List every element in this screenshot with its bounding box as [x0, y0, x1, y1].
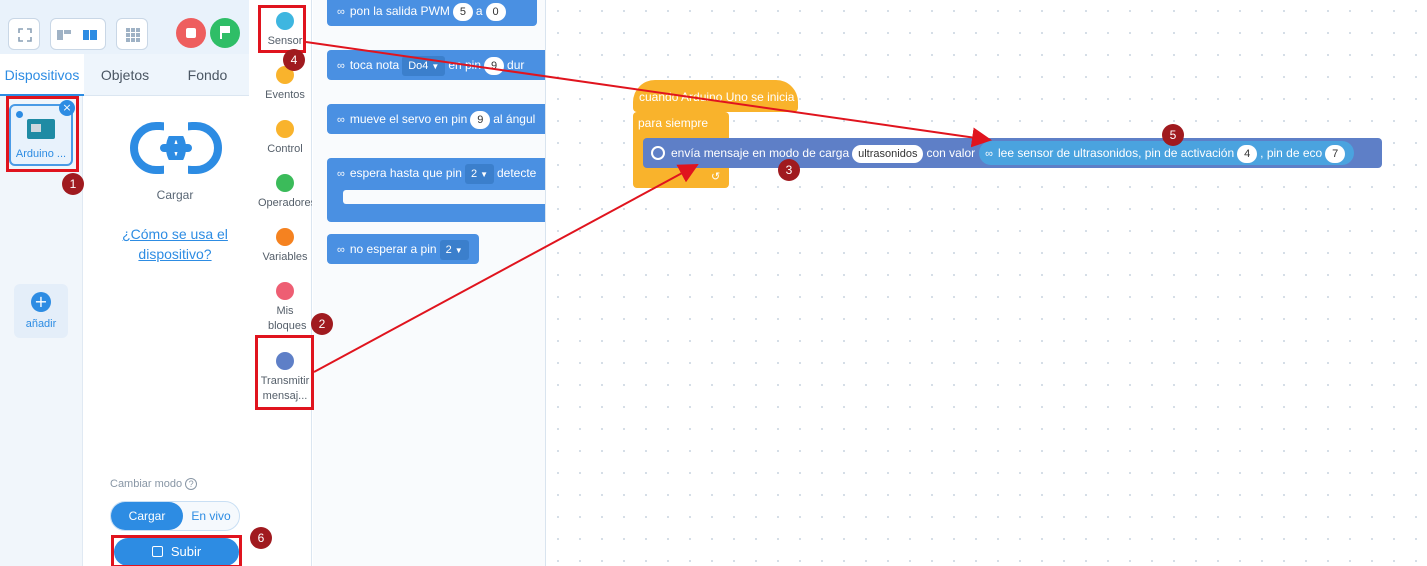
mode-toggle[interactable]: Cargar En vivo: [110, 501, 240, 531]
green-flag-icon: [220, 26, 231, 39]
arduino-infinity-icon: ∞: [337, 114, 345, 126]
send-message-block[interactable]: envía mensaje en modo de carga ultrasonid…: [643, 138, 1382, 168]
mis-bloques-dot-icon: [276, 282, 294, 300]
category-variables[interactable]: Variables: [258, 228, 312, 265]
broadcast-icon: [651, 146, 665, 160]
layout-active-icon: [83, 30, 97, 40]
fullscreen-button[interactable]: [8, 18, 40, 50]
green-flag-button[interactable]: [210, 18, 240, 48]
panel-tabs: Dispositivos Objetos Fondo: [0, 54, 249, 96]
category-operadores[interactable]: Operadores: [258, 174, 312, 211]
change-mode-label: Cambiar modo?: [110, 478, 198, 490]
loop-arrow-icon: ↺: [711, 170, 721, 183]
operadores-dot-icon: [276, 174, 294, 192]
highlight-transmitir: [255, 335, 314, 410]
echo-pin-field[interactable]: 7: [1325, 145, 1346, 163]
arduino-infinity-icon: ∞: [985, 148, 993, 160]
block-tone[interactable]: ∞ toca nota Do4 ▼ en pin 9 dur: [327, 50, 545, 80]
link-icon[interactable]: [130, 120, 222, 176]
add-device-label: añadir: [25, 318, 57, 330]
arduino-infinity-icon: ∞: [337, 6, 345, 18]
layout-toggle[interactable]: [50, 18, 106, 50]
step-badge-6: 6: [250, 527, 272, 549]
block-palette: ∞ pon la salida PWM 5 a 0 ∞ toca nota Do4 ▼ en p…: [313, 0, 546, 566]
note-dropdown[interactable]: Do4 ▼: [402, 56, 446, 76]
caret-down-icon: ▼: [454, 246, 463, 255]
step-badge-2: 2: [311, 313, 333, 335]
block-wait-until[interactable]: ∞ espera hasta que pin 2 ▼ detecte: [327, 158, 545, 222]
device-detail: Cargar ¿Cómo se usa el dispositivo? Camb…: [84, 96, 249, 566]
howto-link[interactable]: ¿Cómo se usa el dispositivo?: [110, 224, 240, 264]
step-badge-3: 3: [778, 159, 800, 181]
stop-icon: [186, 28, 196, 38]
fullscreen-icon: [18, 28, 32, 42]
block-no-wait[interactable]: ∞ no esperar a pin 2 ▼: [327, 234, 479, 264]
step-badge-4: 4: [283, 49, 305, 71]
category-mis-bloques[interactable]: Mis bloques: [258, 282, 312, 334]
grid-icon: [126, 28, 140, 42]
highlight-sensor: [258, 5, 306, 53]
message-field[interactable]: ultrasonidos: [852, 145, 924, 163]
category-menu: Sensor Eventos Control Operadores Variab…: [258, 0, 312, 566]
category-eventos[interactable]: Eventos: [258, 66, 312, 103]
variables-dot-icon: [276, 228, 294, 246]
tab-fondo[interactable]: Fondo: [166, 54, 249, 96]
stop-button[interactable]: [176, 18, 206, 48]
add-device-button[interactable]: + añadir: [14, 284, 68, 338]
arduino-infinity-icon: ∞: [337, 60, 345, 72]
caret-down-icon: ▼: [480, 170, 488, 179]
arduino-infinity-icon: ∞: [337, 244, 345, 256]
control-dot-icon: [276, 120, 294, 138]
change-mode-text: Cambiar modo: [110, 478, 183, 490]
when-arduino-starts-block[interactable]: cuando Arduino Uno se inicia: [633, 80, 798, 112]
step-badge-1: 1: [62, 173, 84, 195]
layout-icon: [57, 30, 71, 40]
block-slot: [343, 190, 545, 204]
tab-dispositivos[interactable]: Dispositivos: [0, 54, 84, 96]
pin-dropdown[interactable]: 2 ▼: [439, 240, 469, 260]
arduino-infinity-icon: ∞: [337, 168, 345, 180]
trigger-pin-field[interactable]: 4: [1237, 145, 1258, 163]
mode-envivo-option[interactable]: En vivo: [183, 502, 239, 530]
highlight-upload: [111, 535, 242, 566]
block-servo[interactable]: ∞ mueve el servo en pin 9 al ángul: [327, 104, 545, 134]
tab-objetos[interactable]: Objetos: [84, 54, 166, 96]
grid-view-button[interactable]: [116, 18, 148, 50]
caret-down-icon: ▼: [431, 62, 440, 71]
mode-title: Cargar: [156, 188, 194, 202]
step-badge-5: 5: [1162, 124, 1184, 146]
pin-dropdown[interactable]: 2 ▼: [464, 164, 494, 184]
plus-icon: +: [31, 292, 51, 312]
device-panel: Dispositivos Objetos Fondo Arduino ... +…: [0, 0, 249, 566]
help-icon[interactable]: ?: [185, 478, 198, 490]
category-control[interactable]: Control: [258, 120, 312, 157]
mode-cargar-option[interactable]: Cargar: [111, 502, 183, 530]
forever-label: para siempre: [638, 116, 709, 130]
highlight-device: [6, 96, 79, 172]
block-pwm[interactable]: ∞ pon la salida PWM 5 a 0: [327, 0, 537, 26]
